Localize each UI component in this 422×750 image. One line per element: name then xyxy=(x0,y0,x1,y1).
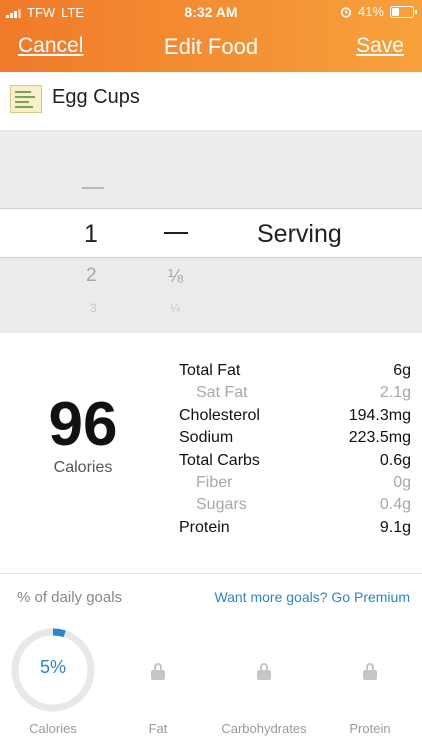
status-bar: TFW LTE 8:32 AM 41% xyxy=(0,0,422,24)
nutrient-label: Fiber xyxy=(196,473,233,491)
serving-picker[interactable]: 1 Serving 2 ⅛ 3 ¼ xyxy=(0,131,422,333)
calories-goal-ring: 5% xyxy=(10,627,96,713)
nutrient-label: Total Fat xyxy=(179,362,241,379)
nutrient-value: 6g xyxy=(393,362,411,379)
nutrient-row: Sodium 223.5mg xyxy=(179,427,411,449)
calories-value: 96 xyxy=(48,390,118,459)
go-premium-link[interactable]: Want more goals? Go Premium xyxy=(214,589,410,605)
picker-option-fraction[interactable]: ⅛ xyxy=(168,266,183,287)
nutrition-summary: 96 Calories Total Fat 6g Sat Fat 2.1g Choles… xyxy=(0,333,422,574)
nutrient-label: Sodium xyxy=(179,429,234,447)
nutrient-row: Cholesterol 194.3mg xyxy=(179,405,411,427)
alarm-icon xyxy=(340,6,352,18)
nutrient-value: 0.4g xyxy=(379,496,411,514)
goal-label-calories: Calories xyxy=(29,721,77,736)
goal-label-protein: Protein xyxy=(349,721,391,736)
nutrient-row: Protein 9.1g xyxy=(179,517,411,539)
app-header: TFW LTE 8:32 AM 41% Cancel Edit Food Sav… xyxy=(0,0,422,72)
nutrient-value: 2.1g xyxy=(379,384,411,402)
nutrient-row: Sugars 0.4g xyxy=(179,494,411,516)
lock-icon xyxy=(257,663,271,680)
nutrient-label: Sugars xyxy=(196,496,247,514)
nutrient-row: Sat Fat 2.1g xyxy=(179,382,411,404)
picker-selected-row[interactable]: 1 Serving xyxy=(0,208,422,258)
battery-icon xyxy=(390,5,417,18)
picker-above-mark xyxy=(82,187,104,189)
food-thumbnail-icon xyxy=(10,85,42,113)
goal-label-carbohydrates: Carbohydrates xyxy=(221,721,307,736)
calories-label: Calories xyxy=(53,459,113,476)
nutrient-label: Sat Fat xyxy=(196,384,248,402)
nutrient-row: Total Carbs 0.6g xyxy=(179,450,411,472)
nutrient-value: 0g xyxy=(393,473,411,491)
picker-option-number[interactable]: 3 xyxy=(90,301,97,315)
nutrient-value: 223.5mg xyxy=(348,429,411,447)
picker-option-number[interactable]: 2 xyxy=(86,265,97,287)
nutrition-table: Total Fat 6g Sat Fat 2.1g Cholesterol 194.3mg… xyxy=(179,360,411,539)
nutrient-label: Total Carbs xyxy=(179,451,260,469)
save-button[interactable]: Save xyxy=(356,34,404,58)
nutrient-label: Protein xyxy=(179,518,230,536)
serving-fraction[interactable] xyxy=(164,232,188,234)
nutrient-row: Total Fat 6g xyxy=(179,360,411,382)
daily-goals-section: % of daily goals Want more goals? Go Pre… xyxy=(0,574,422,750)
goals-title: % of daily goals xyxy=(17,589,123,606)
nutrient-value: 0.6g xyxy=(379,451,411,469)
lock-icon xyxy=(363,663,377,680)
nutrient-row: Fiber 0g xyxy=(179,472,411,494)
nutrient-value: 9.1g xyxy=(379,518,411,536)
goal-label-fat: Fat xyxy=(148,721,168,736)
food-name: Egg Cups xyxy=(52,86,140,108)
battery-percent: 41% xyxy=(357,4,384,19)
picker-option-fraction[interactable]: ¼ xyxy=(170,301,180,315)
serving-unit[interactable]: Serving xyxy=(257,220,342,249)
calories-goal-percent: 5% xyxy=(39,657,66,677)
food-item-row: Egg Cups xyxy=(0,72,422,131)
nav-bar: Cancel Edit Food Save xyxy=(0,32,422,64)
lock-icon xyxy=(151,663,165,680)
nutrient-value: 194.3mg xyxy=(348,406,411,424)
serving-amount[interactable]: 1 xyxy=(84,220,98,249)
nutrient-label: Cholesterol xyxy=(179,406,260,424)
